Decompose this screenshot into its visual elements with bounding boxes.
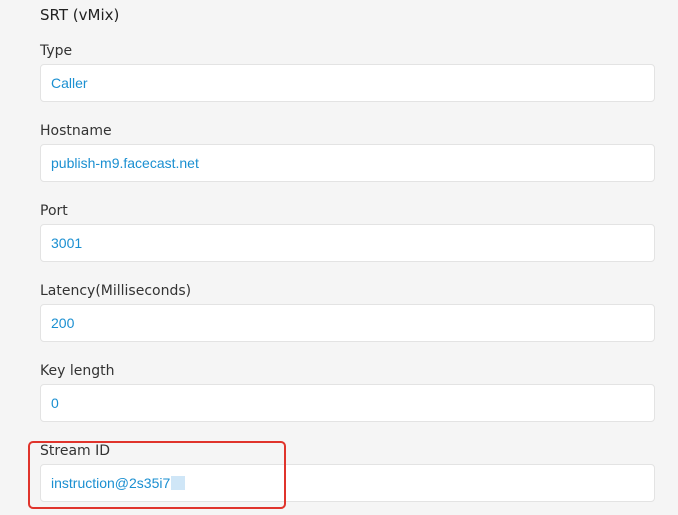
type-field[interactable]: Caller <box>40 64 655 102</box>
type-label: Type <box>40 43 73 59</box>
hostname-label: Hostname <box>40 123 112 139</box>
port-label: Port <box>40 203 68 219</box>
port-value: 3001 <box>51 235 83 251</box>
hostname-field[interactable]: publish-m9.facecast.net <box>40 144 655 182</box>
latency-field[interactable]: 200 <box>40 304 655 342</box>
key-length-field[interactable]: 0 <box>40 384 655 422</box>
hostname-value: publish-m9.facecast.net <box>51 155 199 171</box>
port-field[interactable]: 3001 <box>40 224 655 262</box>
latency-label: Latency(Milliseconds) <box>40 283 192 299</box>
section-title: SRT (vMix) <box>40 6 120 24</box>
type-value: Caller <box>51 75 88 91</box>
latency-value: 200 <box>51 315 75 331</box>
srt-settings-panel: SRT (vMix) Type Caller Hostname publish-… <box>0 0 678 515</box>
key-length-label: Key length <box>40 363 115 379</box>
stream-id-highlight-box <box>28 441 286 509</box>
key-length-value: 0 <box>51 395 59 411</box>
